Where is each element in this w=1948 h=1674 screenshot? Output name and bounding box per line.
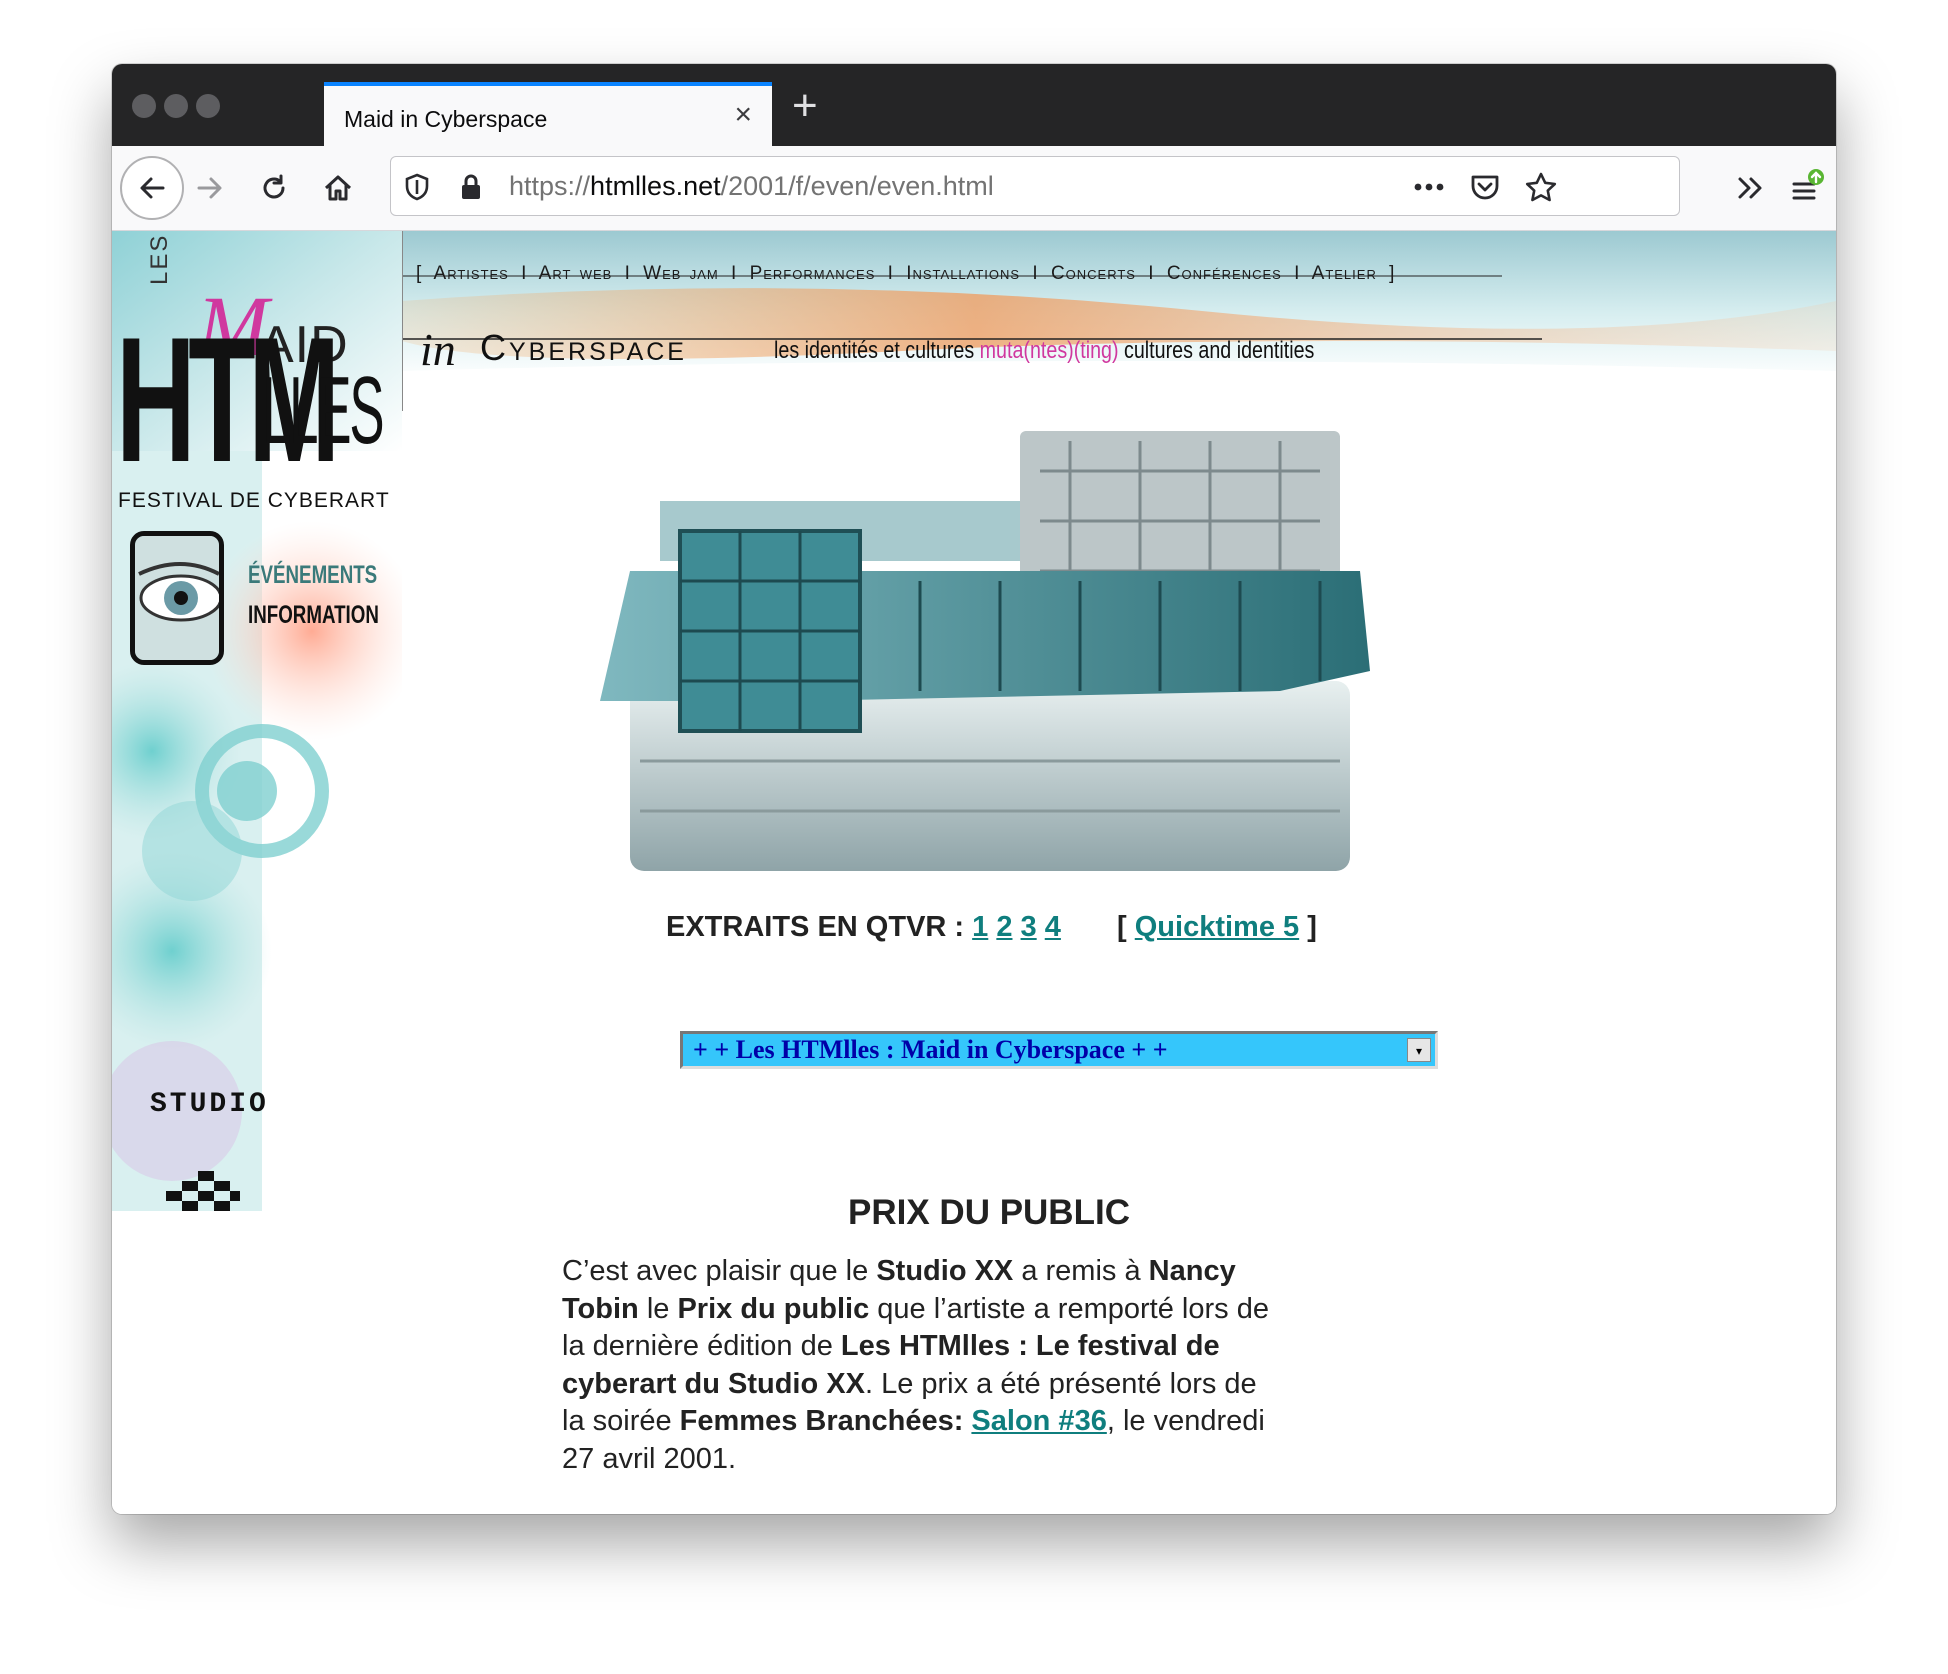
home-button[interactable] (308, 158, 368, 218)
new-tab-button[interactable]: + (792, 84, 818, 128)
bracket-close: ] (1307, 911, 1317, 943)
prix-text: C’est avec plaisir que le (562, 1255, 877, 1287)
home-icon (324, 175, 352, 201)
back-arrow-icon (140, 177, 165, 199)
section-nav: [ Artistes I Art web I Web jam I Perform… (416, 263, 1396, 284)
reload-icon (263, 174, 285, 199)
nav-link-web-jam[interactable]: Web jam (643, 263, 719, 284)
studio-logo-label[interactable]: STUDIO (150, 1089, 269, 1120)
zoom-window-button[interactable] (196, 94, 220, 118)
lock-icon[interactable] (451, 167, 491, 207)
page-content: [ Artistes I Art web I Web jam I Perform… (112, 231, 1836, 1514)
shield-icon[interactable] (397, 167, 437, 207)
qtvr-link-4[interactable]: 4 (1045, 911, 1061, 943)
logo-lles: LLES (262, 357, 385, 464)
qtvr-link-1[interactable]: 1 (972, 911, 988, 943)
url-host: htmlles.net (590, 171, 721, 201)
prix-bold-studio: Studio XX (876, 1255, 1014, 1287)
forward-arrow-icon (197, 177, 222, 199)
overflow-button[interactable] (1720, 158, 1780, 218)
prix-text: a remis à (1013, 1255, 1149, 1287)
logo-in: in (420, 324, 456, 375)
menu-button[interactable] (1776, 158, 1836, 218)
title-bar: Maid in Cyberspace × + (112, 64, 1836, 146)
header-artwork (402, 231, 1836, 421)
nav-link-installations[interactable]: Installations (906, 263, 1020, 284)
overflow-chevron-icon (1738, 177, 1762, 199)
prix-bold-prize: Prix du public (677, 1292, 870, 1325)
menu-icon (1792, 169, 1824, 200)
browser-window: Maid in Cyberspace × + https://htmlles.n… (112, 64, 1836, 1514)
back-button[interactable] (120, 156, 184, 220)
tagline-part2: cultures and identities (1124, 337, 1315, 364)
browser-tab[interactable]: Maid in Cyberspace × (324, 82, 772, 146)
section-title: PRIX DU PUBLIC (848, 1193, 1130, 1232)
salon-link[interactable]: Salon #36 (971, 1405, 1106, 1437)
address-bar[interactable]: https://htmlles.net/2001/f/even/even.htm… (390, 156, 1680, 216)
building-image (600, 431, 1370, 871)
pocket-icon[interactable] (1465, 167, 1505, 207)
forward-button[interactable] (180, 158, 240, 218)
eye-icon (135, 536, 219, 660)
nav-link-art-web[interactable]: Art web (539, 263, 613, 284)
prix-text: le (638, 1292, 678, 1325)
nav-link-conferences[interactable]: Conférences (1167, 263, 1282, 284)
logo-les: LES (146, 233, 173, 285)
qtvr-label: EXTRAITS EN QTVR : (666, 911, 965, 943)
bracket-open: [ (1117, 911, 1127, 943)
tagline-part1: les identités et cultures (774, 337, 975, 364)
tagline-pink: muta(ntes)(ting) (979, 337, 1119, 364)
reload-button[interactable] (244, 158, 304, 218)
tagline: les identités et cultures muta(ntes)(tin… (774, 337, 1314, 365)
minimize-window-button[interactable] (164, 94, 188, 118)
chevron-down-icon[interactable]: ▾ (1407, 1038, 1431, 1062)
prix-paragraph: C’est avec plaisir que le Studio XX a re… (562, 1253, 1282, 1478)
nav-link-artistes[interactable]: Artistes (434, 263, 509, 284)
close-window-button[interactable] (132, 94, 156, 118)
url-path: /2001/f/even/even.html (720, 171, 994, 201)
site-select-dropdown[interactable]: + + Les HTMlles : Maid in Cyberspace + +… (680, 1031, 1438, 1069)
nav-link-performances[interactable]: Performances (750, 263, 876, 284)
menu-information[interactable]: INFORMATION (248, 601, 379, 630)
star-icon[interactable] (1521, 167, 1561, 207)
select-value: + + Les HTMlles : Maid in Cyberspace + + (693, 1035, 1168, 1064)
tab-close-icon[interactable]: × (734, 100, 752, 130)
navigation-toolbar: https://htmlles.net/2001/f/even/even.htm… (112, 146, 1836, 231)
eye-image (130, 531, 224, 665)
menu-evenements[interactable]: ÉVÉNEMENTS (248, 561, 377, 590)
qtvr-links: EXTRAITS EN QTVR : 1 2 3 4 [ Quicktime 5… (666, 911, 1317, 944)
more-icon[interactable] (1409, 167, 1449, 207)
url-scheme: https:// (509, 171, 591, 201)
logo-cyberspace: Cyberspace (480, 327, 687, 368)
festival-label: FESTIVAL DE CYBERART (118, 489, 390, 512)
tab-title: Maid in Cyberspace (344, 106, 548, 132)
prix-bold-evening: Femmes Branchées: (679, 1405, 964, 1437)
nav-link-concerts[interactable]: Concerts (1051, 263, 1136, 284)
url-text[interactable]: https://htmlles.net/2001/f/even/even.htm… (509, 171, 994, 202)
quicktime-link[interactable]: Quicktime 5 (1135, 911, 1299, 943)
nav-link-atelier[interactable]: Atelier (1312, 263, 1377, 284)
qtvr-link-3[interactable]: 3 (1021, 911, 1037, 943)
qtvr-link-2[interactable]: 2 (996, 911, 1012, 943)
